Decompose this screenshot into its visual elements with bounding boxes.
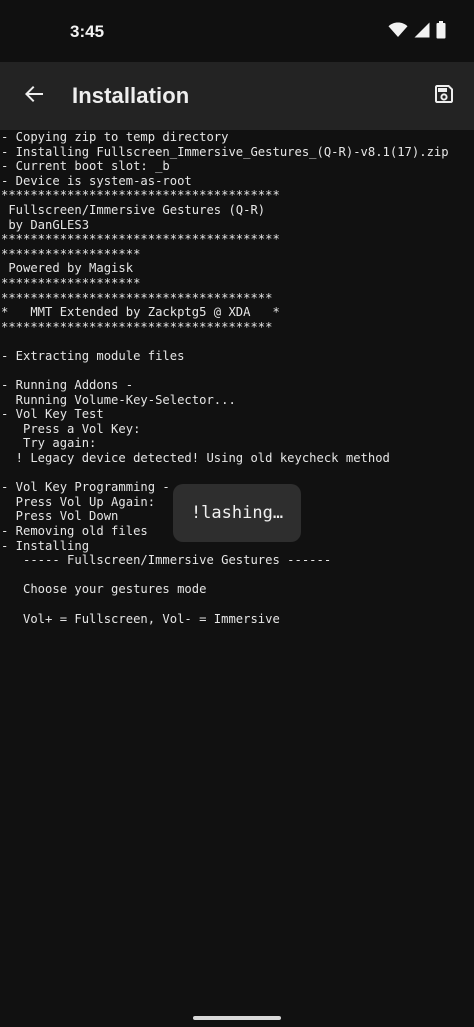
log-line: by DanGLES3 [1, 217, 90, 232]
log-line: ************************************* [1, 319, 273, 334]
status-icons [388, 20, 446, 44]
install-log[interactable]: - Copying zip to temp directory - Install… [0, 130, 474, 990]
log-line: ! Legacy device detected! Using old keyc… [1, 451, 390, 466]
log-line: ----- Fullscreen/Immersive Gestures ----… [1, 553, 332, 568]
log-line: - Installing Fullscreen_Immersive_Gestur… [1, 144, 449, 159]
log-line: * MMT Extended by Zackptg5 @ XDA * [1, 305, 280, 320]
log-line: ************************************** [1, 188, 280, 203]
log-line: ******************* [1, 275, 141, 290]
arrow-back-icon [22, 82, 46, 111]
log-line: Vol+ = Fullscreen, Vol- = Immersive [1, 611, 280, 626]
log-line: Try again: [1, 436, 97, 451]
toast-text: !lashing… [190, 503, 284, 523]
status-time: 3:45 [70, 22, 105, 41]
toast: !lashing… [173, 484, 301, 542]
log-line: Fullscreen/Immersive Gestures (Q-R) [1, 202, 266, 217]
save-icon [432, 82, 456, 111]
home-indicator[interactable] [193, 1016, 281, 1020]
log-line: - Device is system-as-root [1, 173, 192, 188]
page-title: Installation [72, 83, 190, 108]
log-line: - Current boot slot: _b [1, 159, 170, 174]
log-line: ************************************* [1, 290, 273, 305]
status-bar: 3:45 [0, 0, 474, 62]
save-log-button[interactable] [428, 80, 460, 112]
back-button[interactable] [16, 78, 52, 114]
log-line: - Vol Key Test [1, 407, 104, 422]
signal-icon [414, 22, 430, 43]
log-line: ******************* [1, 246, 141, 261]
app-bar: Installation [0, 62, 474, 130]
log-line: Running Volume-Key-Selector... [1, 392, 236, 407]
log-line: Choose your gestures mode [1, 582, 207, 597]
log-line: - Copying zip to temp directory [1, 130, 229, 144]
log-line: - Extracting module files [1, 348, 185, 363]
log-line: ************************************** [1, 232, 280, 247]
wifi-icon [388, 22, 408, 43]
log-line: - Running Addons - [1, 378, 134, 393]
battery-icon [436, 20, 446, 44]
log-line: Press a Vol Key: [1, 421, 141, 436]
log-line: Powered by Magisk [1, 261, 134, 276]
